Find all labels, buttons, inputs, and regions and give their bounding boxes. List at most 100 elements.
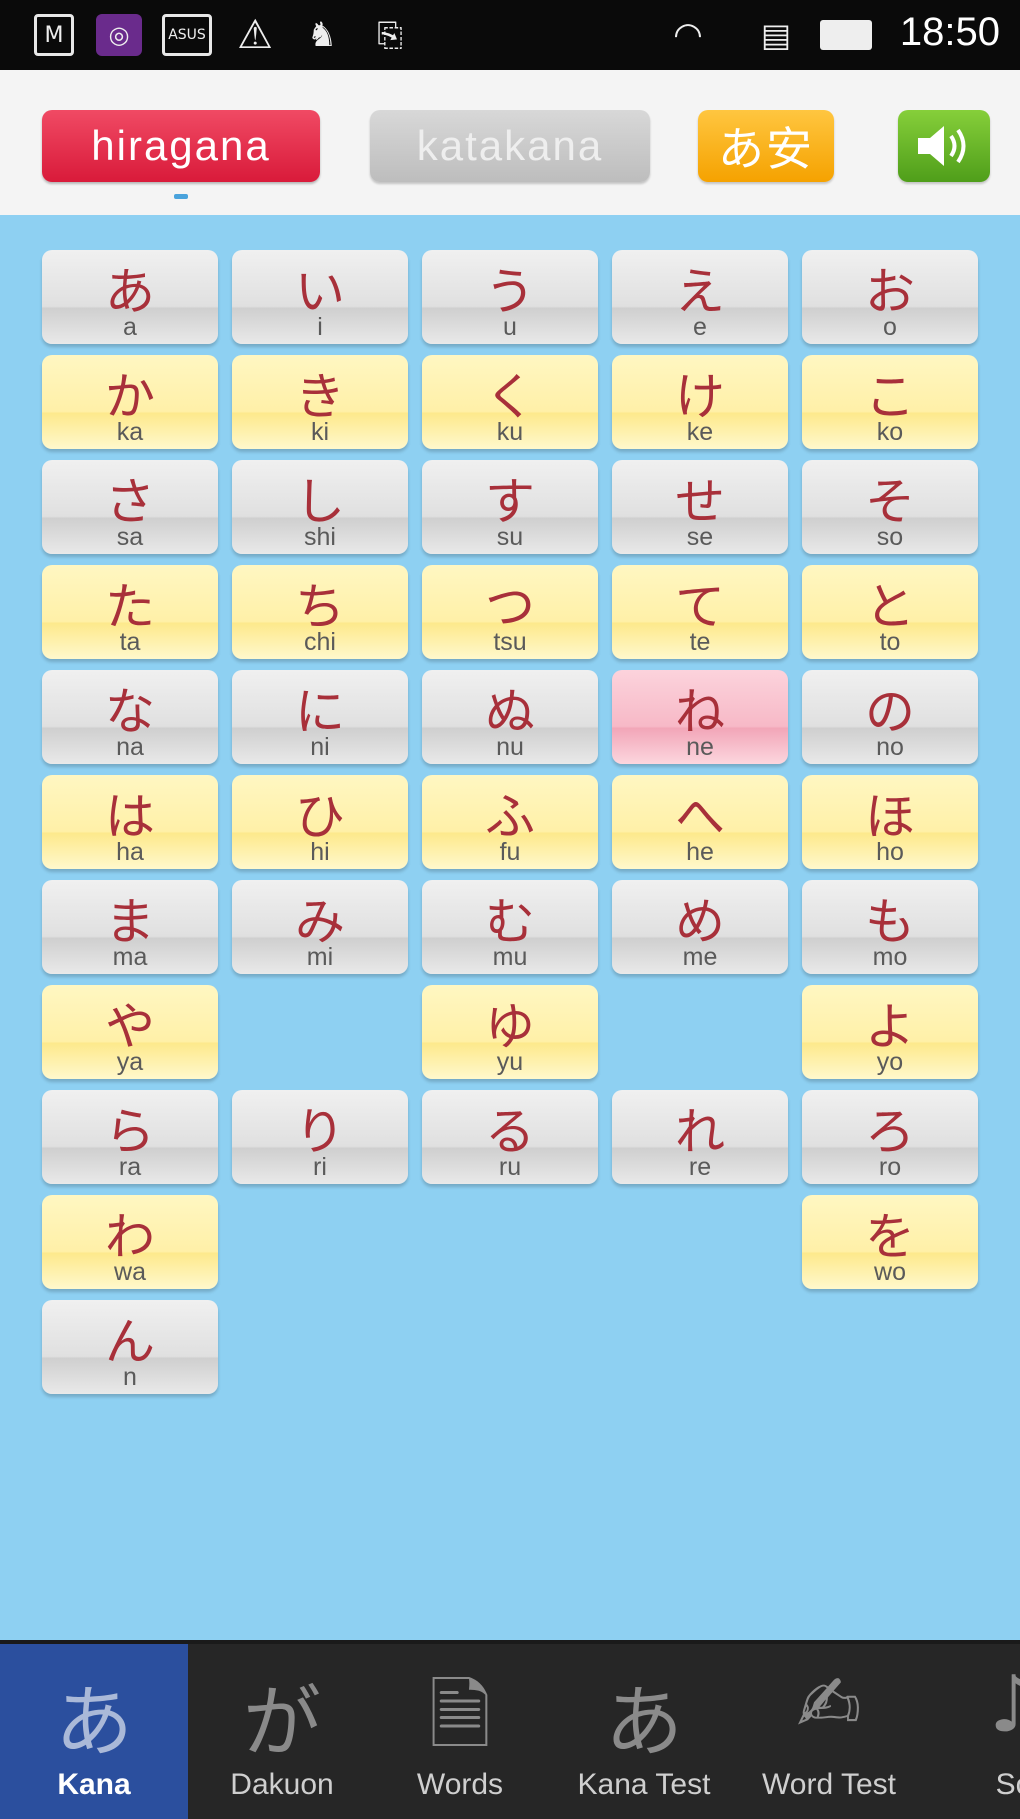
kanji-toggle-button[interactable]: あ安 [698,110,834,182]
kana-cell-su[interactable]: す su [422,460,598,554]
kana-cell-ho[interactable]: ほ ho [802,775,978,869]
active-tab-indicator [174,194,188,199]
nav-label: So [995,1768,1020,1801]
kana-cell-ra[interactable]: ら ra [42,1090,218,1184]
kana-cell-ya[interactable]: や ya [42,985,218,1079]
nav-item-kana[interactable]: あ Kana [0,1644,188,1819]
kana-cell-ku[interactable]: く ku [422,355,598,449]
kana-romaji: mi [306,943,334,971]
kana-cell-u[interactable]: うu [422,250,598,344]
kana-cell-wa[interactable]: わ wa [42,1195,218,1289]
nav-label: Kana [57,1768,131,1801]
kana-romaji: tsu [493,628,527,656]
nav-item-words[interactable]: 🗎 Words [366,1644,554,1819]
battery-icon [818,14,874,56]
kana-cell-yu[interactable]: ゆ yu [422,985,598,1079]
kana-romaji: i [317,313,323,341]
kana-cell-ru[interactable]: る ru [422,1090,598,1184]
hiragana-tab-button[interactable]: hiragana [42,110,320,182]
katakana-tab-button[interactable]: katakana [370,110,650,182]
kana-romaji: ri [313,1153,327,1181]
kana-cell-e[interactable]: えe [612,250,788,344]
kana-romaji: ne [686,733,714,761]
kana-cell-se[interactable]: せ se [612,460,788,554]
kana-romaji: u [503,313,517,341]
kana-cell-ka[interactable]: か ka [42,355,218,449]
kana-cell-shi[interactable]: し shi [232,460,408,554]
kana-cell-ke[interactable]: け ke [612,355,788,449]
kana-cell-ma[interactable]: ま ma [42,880,218,974]
kana-romaji: o [883,313,897,341]
kana-romaji: n [123,1363,137,1391]
kana-cell-i[interactable]: いi [232,250,408,344]
kana-cell-fu[interactable]: ふ fu [422,775,598,869]
kana-icon: あ [54,1678,133,1768]
kana-romaji: ho [876,838,904,866]
kana-romaji: nu [496,733,524,761]
kana-romaji: ya [116,1048,144,1076]
kana-cell-a[interactable]: あa [42,250,218,344]
kana-romaji: ni [310,733,330,761]
sound-button[interactable] [898,110,990,182]
kana-cell-nu[interactable]: ぬ nu [422,670,598,764]
kana-cell-mi[interactable]: み mi [232,880,408,974]
kana-cell-mu[interactable]: む mu [422,880,598,974]
kana-cell-he[interactable]: へ he [612,775,788,869]
kana-cell-sa[interactable]: さ sa [42,460,218,554]
kana-cell-ni[interactable]: に ni [232,670,408,764]
kana-cell-me[interactable]: め me [612,880,788,974]
kana-cell-so[interactable]: そ so [802,460,978,554]
kana-romaji: se [686,523,714,551]
kana-cell-ko[interactable]: こ ko [802,355,978,449]
speaker-icon [918,126,966,166]
kana-romaji: hi [310,838,330,866]
kana-romaji: shi [304,523,336,551]
nav-item-word-test[interactable]: ✍ Word Test [735,1644,923,1819]
kana-cell-n[interactable]: んn [42,1300,218,1394]
kana-cell-ro[interactable]: ろ ro [802,1090,978,1184]
kana-romaji: ku [496,418,524,446]
kana-romaji: chi [304,628,336,656]
kana-romaji: mu [492,943,528,971]
kana-cell-ki[interactable]: き ki [232,355,408,449]
kana-romaji: yo [876,1048,904,1076]
kana-cell-ta[interactable]: た ta [42,565,218,659]
kana-cell-re[interactable]: れ re [612,1090,788,1184]
kana-romaji: so [876,523,904,551]
kana-cell-chi[interactable]: ち chi [232,565,408,659]
kana-romaji: ke [686,418,714,446]
nav-label: Word Test [762,1768,896,1801]
kana-grid: あ a い i う u え e お o か ka き ki く ku け ke こ ko さ sa し shi す su せ se そ s… [0,215,1020,1640]
kana-cell-ri[interactable]: り ri [232,1090,408,1184]
kana-cell-hi[interactable]: ひ hi [232,775,408,869]
kana-cell-to[interactable]: と to [802,565,978,659]
music-note-icon: ♪ [920,1660,1020,1750]
kana-cell-tsu[interactable]: つ tsu [422,565,598,659]
word-test-icon: ✍ [796,1660,862,1750]
top-toolbar: hiragana katakana あ安 [0,70,1020,215]
kana-romaji: ma [112,943,148,971]
kana-cell-wo[interactable]: を wo [802,1195,978,1289]
kana-romaji: ko [876,418,904,446]
wifi-icon: ◠ [673,15,703,55]
kana-romaji: ra [118,1153,142,1181]
kana-romaji: na [116,733,144,761]
bottom-nav: あKanaがDakuon🗎WordsあKana Test✍Word Test♪S… [0,1640,1020,1819]
nav-label: Words [416,1768,504,1801]
kana-romaji: ta [119,628,141,656]
kana-cell-o[interactable]: おo [802,250,978,344]
kana-cell-na[interactable]: な na [42,670,218,764]
kana-cell-te[interactable]: て te [612,565,788,659]
nav-item-kana-test[interactable]: あ Kana Test [550,1644,738,1819]
kana-romaji: he [686,838,714,866]
kana-cell-yo[interactable]: よ yo [802,985,978,1079]
kana-romaji: ru [498,1153,522,1181]
nav-item-so[interactable]: ♪ So [920,1644,1020,1819]
kana-cell-mo[interactable]: も mo [802,880,978,974]
kana-cell-no[interactable]: の no [802,670,978,764]
kana-cell-ne[interactable]: ね ne [612,670,788,764]
nav-item-dakuon[interactable]: が Dakuon [188,1644,376,1819]
kana-cell-ha[interactable]: は ha [42,775,218,869]
kana-romaji: e [693,313,707,341]
nav-label: Kana Test [577,1768,711,1801]
